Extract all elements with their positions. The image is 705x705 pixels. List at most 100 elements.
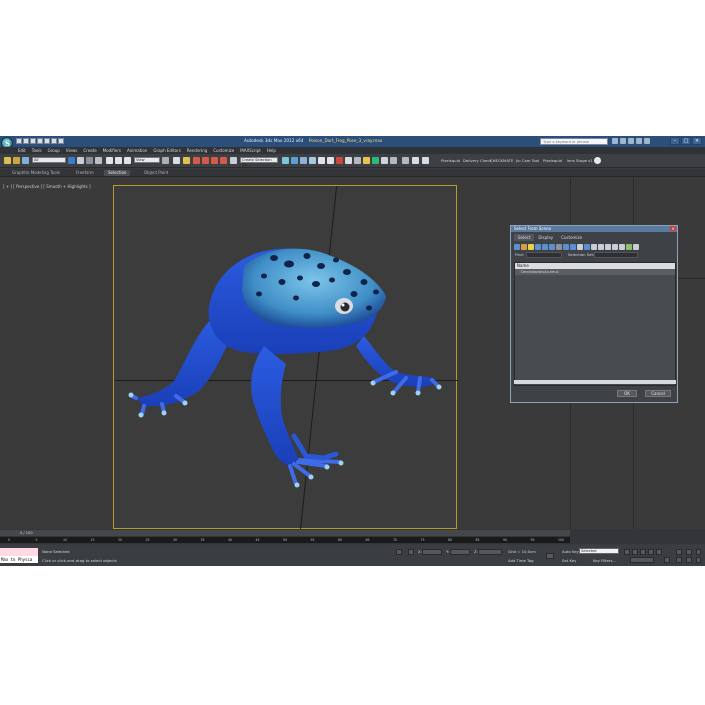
display-all-icon[interactable]	[584, 243, 590, 250]
list-item[interactable]: DendrobatesAzureus	[515, 269, 675, 275]
tab-selection[interactable]: Selection	[104, 170, 131, 176]
shapes-filter-icon[interactable]	[521, 243, 527, 250]
extra-tool-icon[interactable]	[402, 157, 409, 164]
project-folder-icon[interactable]	[51, 138, 57, 144]
viewport-area[interactable]: [ + ] [ Perspective ] [ Smooth + Highlig…	[0, 178, 705, 534]
tab-graphite-modeling-tools[interactable]: Graphite Modeling Tools	[8, 170, 64, 176]
open-file-icon[interactable]	[23, 138, 29, 144]
selection-filter-dropdown[interactable]: All	[32, 157, 66, 163]
orbit-icon[interactable]	[696, 557, 701, 563]
lights-filter-icon[interactable]	[528, 243, 534, 250]
jiu-cam-tool-button[interactable]: Jiu Cam Tool	[516, 158, 539, 163]
select-none-icon[interactable]	[612, 243, 618, 250]
search-input[interactable]: Type a keyword or phrase	[540, 138, 608, 145]
menu-modifiers[interactable]: Modifiers	[103, 147, 121, 154]
save-file-icon[interactable]	[30, 138, 36, 144]
checkmate-button[interactable]: CHECKMATE	[490, 158, 513, 163]
select-invert-icon[interactable]	[619, 243, 625, 250]
edit-named-selection-icon[interactable]	[230, 157, 237, 164]
current-frame-field[interactable]	[630, 557, 654, 563]
menu-rendering[interactable]: Rendering	[187, 147, 207, 154]
extra-tool-3-icon[interactable]	[422, 157, 429, 164]
geometry-filter-icon[interactable]	[514, 243, 520, 250]
lens-stage-button[interactable]: lens Stage v1	[567, 158, 593, 163]
communication-icon[interactable]	[628, 138, 634, 144]
material-editor-icon[interactable]	[336, 157, 343, 164]
render-setup-icon[interactable]	[345, 157, 352, 164]
lock-selection-icon[interactable]	[396, 549, 402, 555]
go-to-end-icon[interactable]	[656, 549, 662, 555]
spacewarps-filter-icon[interactable]	[549, 243, 555, 250]
subscription-icon[interactable]	[620, 138, 626, 144]
y-coordinate-field[interactable]	[450, 549, 470, 555]
maximize-button[interactable]: □	[681, 137, 691, 145]
cameras-filter-icon[interactable]	[535, 243, 541, 250]
environment-icon[interactable]	[390, 157, 397, 164]
time-configuration-icon[interactable]	[664, 557, 670, 563]
key-mode-dropdown[interactable]: Selected	[579, 548, 619, 554]
delivery-check-button[interactable]: Delivery Check	[463, 158, 492, 163]
layer-manager-icon[interactable]	[300, 157, 307, 164]
percent-snap-icon[interactable]	[211, 157, 218, 164]
cancel-button[interactable]: Cancel	[645, 390, 671, 397]
keyboard-shortcut-override-icon[interactable]	[183, 157, 190, 164]
graphite-toggle-icon[interactable]	[309, 157, 316, 164]
maxscript-listener-input[interactable]	[0, 548, 38, 556]
select-manipulate-icon[interactable]	[173, 157, 180, 164]
xrefs-filter-icon[interactable]	[563, 243, 569, 250]
containers-filter-icon[interactable]	[577, 243, 583, 250]
rotate-icon[interactable]	[115, 157, 122, 164]
angle-snap-icon[interactable]	[202, 157, 209, 164]
redo-icon[interactable]	[44, 138, 50, 144]
reference-coordinate-dropdown[interactable]: View	[134, 157, 160, 163]
play-icon[interactable]	[640, 549, 646, 555]
auto-key-button[interactable]: Auto Key	[562, 549, 579, 554]
select-object-icon[interactable]	[68, 157, 75, 164]
tab-select[interactable]: Select	[514, 234, 535, 241]
bind-space-warp-icon[interactable]	[22, 157, 29, 164]
find-input[interactable]	[526, 252, 562, 258]
help-icon[interactable]	[644, 138, 650, 144]
select-dependents-icon[interactable]	[633, 243, 639, 250]
named-selection-dropdown[interactable]: Create Selection Se	[240, 157, 278, 167]
snaps-toggle-icon[interactable]	[193, 157, 200, 164]
time-slider[interactable]: 0 / 100	[0, 530, 570, 536]
go-to-start-icon[interactable]	[624, 549, 630, 555]
curve-editor-icon[interactable]	[318, 157, 325, 164]
invert-display-icon[interactable]	[598, 243, 604, 250]
zoom-icon[interactable]	[676, 549, 682, 555]
maxscript-listener-output[interactable]: Max to Physca	[0, 556, 38, 563]
bones-filter-icon[interactable]	[570, 243, 576, 250]
scene-object-list[interactable]: Name DendrobatesAzureus	[514, 262, 676, 386]
add-time-tag[interactable]: Add Time Tag	[508, 558, 533, 563]
zoom-extents-icon[interactable]	[696, 549, 701, 555]
menu-animation[interactable]: Animation	[127, 147, 147, 154]
minimize-button[interactable]: –	[670, 137, 680, 145]
window-crossing-icon[interactable]	[95, 157, 102, 164]
groups-filter-icon[interactable]	[556, 243, 562, 250]
menu-maxscript[interactable]: MAXScript	[240, 147, 261, 154]
zoom-all-icon[interactable]	[686, 549, 692, 555]
menu-tools[interactable]: Tools	[32, 147, 42, 154]
set-key-button[interactable]: Set Key	[562, 558, 576, 563]
schematic-view-icon[interactable]	[327, 157, 334, 164]
menu-customize[interactable]: Customize	[213, 147, 234, 154]
key-filters-button[interactable]: Key Filters...	[593, 558, 616, 563]
horizontal-scrollbar[interactable]	[514, 380, 676, 384]
x-coordinate-field[interactable]	[422, 549, 442, 555]
selection-set-dropdown[interactable]	[594, 252, 638, 258]
quick-access-dropdown-icon[interactable]	[58, 138, 64, 144]
dialog-close-button[interactable]: ×	[670, 226, 676, 231]
perspective-viewport[interactable]	[113, 185, 458, 530]
menu-group[interactable]: Group	[48, 147, 60, 154]
viewport-label[interactable]: [ + ] [ Perspective ] [ Smooth + Highlig…	[3, 184, 91, 189]
select-all-icon[interactable]	[605, 243, 611, 250]
tab-display[interactable]: Display	[534, 234, 557, 241]
next-frame-icon[interactable]	[648, 549, 654, 555]
select-by-name-icon[interactable]	[77, 157, 84, 164]
menu-create[interactable]: Create	[83, 147, 96, 154]
binoculars-icon[interactable]	[612, 138, 618, 144]
tab-object-paint[interactable]: Object Paint	[140, 170, 172, 176]
undo-icon[interactable]	[37, 138, 43, 144]
menu-help[interactable]: Help	[267, 147, 276, 154]
